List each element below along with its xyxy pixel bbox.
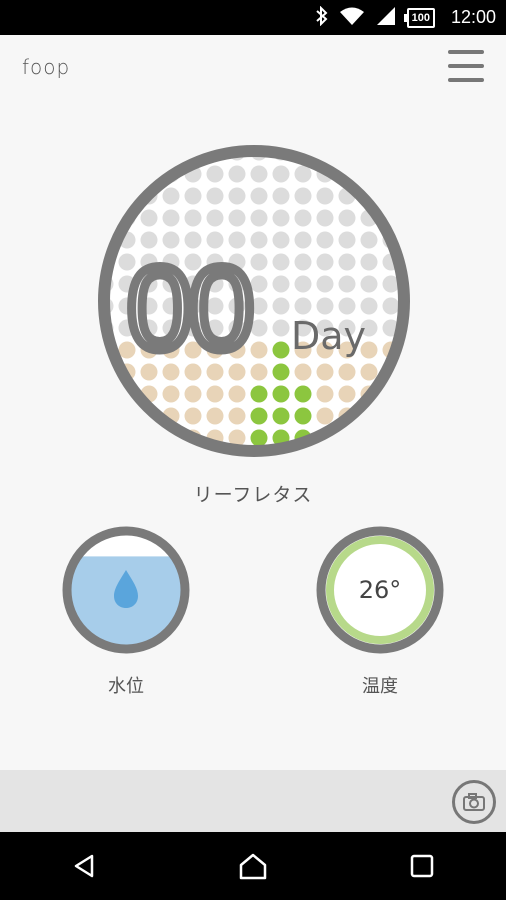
battery-icon: 100 — [403, 7, 435, 28]
home-icon[interactable] — [228, 841, 278, 891]
camera-button[interactable] — [452, 780, 496, 824]
system-nav-bar — [0, 832, 506, 900]
crop-name: リーフレタス — [193, 484, 313, 506]
bluetooth-icon — [315, 5, 329, 30]
temperature-label: 温度 — [362, 676, 398, 697]
hamburger-menu-icon[interactable] — [448, 50, 484, 82]
water-level-label: 水位 — [108, 676, 144, 697]
app-logo: foop — [22, 55, 71, 79]
water-level-gauge[interactable] — [62, 526, 190, 654]
camera-icon — [463, 793, 485, 811]
app-header: foop — [0, 35, 506, 105]
temperature-value: 26° — [358, 576, 402, 604]
wifi-icon — [339, 6, 365, 30]
bottom-action-bar — [0, 770, 506, 832]
status-bar: 100 12:00 — [0, 0, 506, 35]
growth-gauge: 00 Day — [98, 145, 410, 457]
signal-icon — [375, 6, 397, 30]
day-unit: Day — [291, 314, 366, 358]
back-icon[interactable] — [59, 841, 109, 891]
recents-icon[interactable] — [397, 841, 447, 891]
day-count: 00 — [127, 243, 251, 375]
clock: 12:00 — [450, 7, 496, 27]
